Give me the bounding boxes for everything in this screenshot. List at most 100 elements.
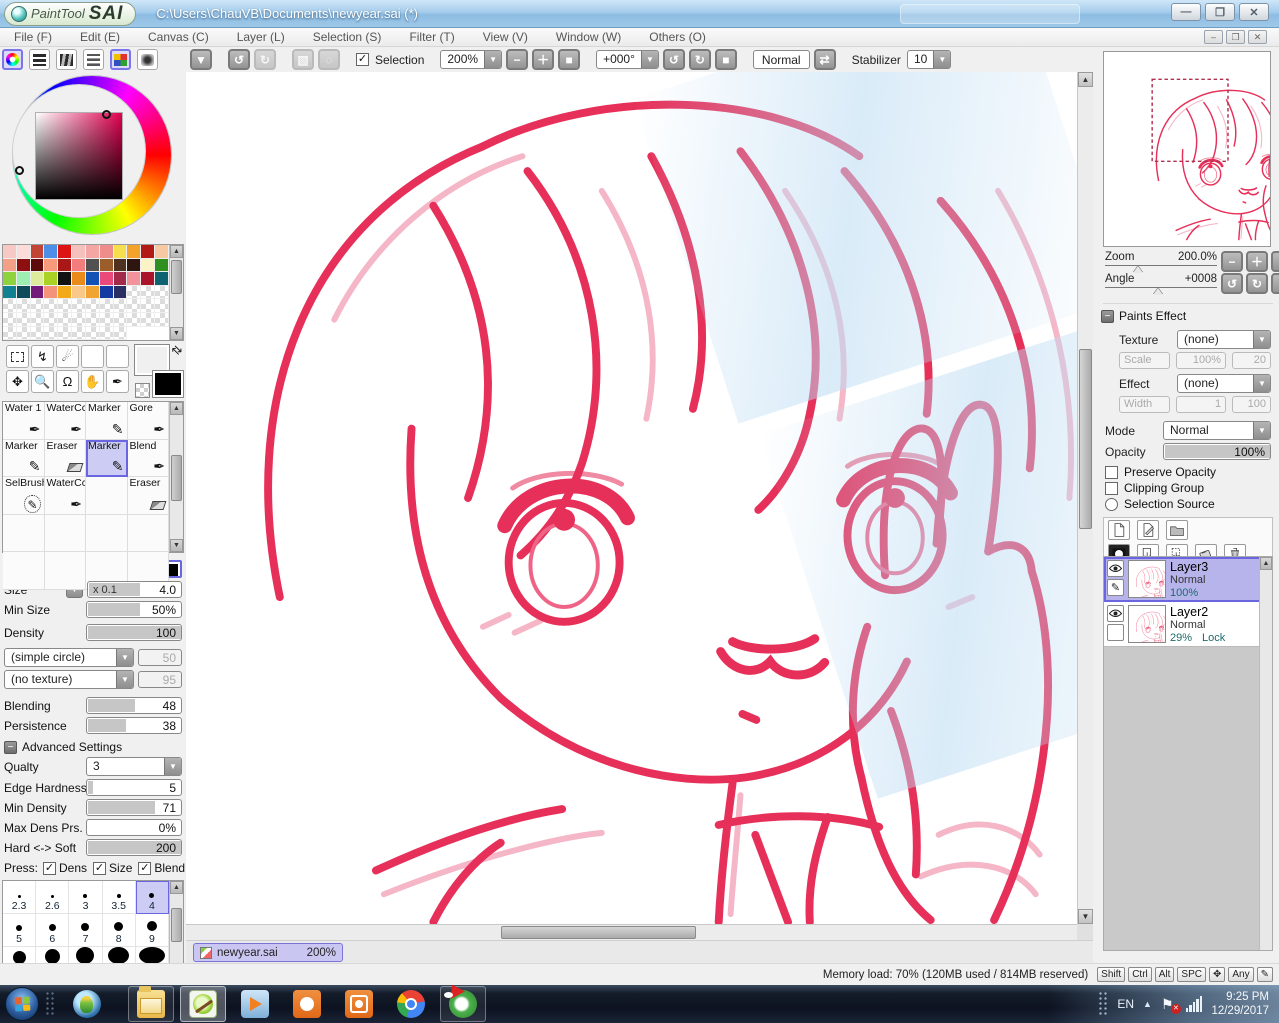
- scroll-up-icon[interactable]: ▲: [1260, 557, 1272, 570]
- advanced-param-slider[interactable]: 71: [86, 799, 182, 816]
- color-swatch[interactable]: [17, 272, 31, 286]
- color-swatch[interactable]: [3, 259, 17, 273]
- taskbar-file-explorer[interactable]: [128, 986, 174, 1022]
- layer-row[interactable]: Layer3 Normal 100%: [1104, 557, 1272, 602]
- lasso-tool[interactable]: ↯: [31, 345, 54, 368]
- color-swatch[interactable]: [86, 259, 100, 273]
- color-swatch[interactable]: [114, 327, 128, 341]
- magic-wand-tool[interactable]: ☄: [56, 345, 79, 368]
- color-swatch[interactable]: [127, 313, 141, 327]
- h-scroll-thumb[interactable]: [501, 926, 696, 939]
- color-swatch[interactable]: [127, 272, 141, 286]
- tool-item[interactable]: Marker: [3, 440, 45, 478]
- density-slider[interactable]: 100: [86, 624, 182, 641]
- chevron-down-icon[interactable]: ▼: [933, 51, 950, 68]
- brush-size-item[interactable]: 5: [3, 914, 36, 947]
- chevron-down-icon[interactable]: ▼: [484, 51, 501, 68]
- scroll-up-icon[interactable]: ▲: [1078, 72, 1093, 87]
- doc-minimize-button[interactable]: –: [1204, 30, 1223, 44]
- color-swatch[interactable]: [31, 313, 45, 327]
- color-swatch[interactable]: [72, 327, 86, 341]
- color-swatch[interactable]: [86, 272, 100, 286]
- chevron-down-icon[interactable]: ▼: [1253, 375, 1270, 392]
- size-slider[interactable]: x 0.1 4.0: [87, 581, 182, 598]
- color-swatch[interactable]: [100, 286, 114, 300]
- language-indicator[interactable]: EN: [1117, 997, 1134, 1011]
- close-button[interactable]: ✕: [1239, 3, 1269, 21]
- drawing-canvas[interactable]: [186, 72, 1077, 924]
- new-folder-button[interactable]: [1166, 520, 1188, 540]
- color-swatch[interactable]: [100, 313, 114, 327]
- color-swatch[interactable]: [155, 272, 169, 286]
- color-swatch[interactable]: [17, 259, 31, 273]
- tool-item[interactable]: [45, 552, 87, 590]
- zoom-in-button[interactable]: ＋: [532, 49, 554, 70]
- advanced-param-slider[interactable]: 0%: [86, 819, 182, 836]
- color-swatch[interactable]: [141, 313, 155, 327]
- view-normal-button[interactable]: Normal: [753, 50, 810, 69]
- brush-size-item[interactable]: 3.5: [103, 881, 136, 914]
- tools-scrollbar[interactable]: ▲ ▼: [169, 402, 183, 552]
- swatches-panel-button[interactable]: [110, 49, 131, 70]
- selection-source-radio[interactable]: [1105, 498, 1118, 511]
- texture-strength-slider[interactable]: 95: [138, 671, 182, 688]
- color-swatch[interactable]: [86, 245, 100, 259]
- min-size-slider[interactable]: 50%: [86, 601, 182, 618]
- brush-size-item[interactable]: 2.6: [36, 881, 69, 914]
- chevron-down-icon[interactable]: ▼: [1253, 331, 1270, 348]
- layer-opacity-slider[interactable]: 100%: [1163, 443, 1271, 460]
- scroll-down-icon[interactable]: ▼: [170, 327, 183, 340]
- color-swatch[interactable]: [127, 245, 141, 259]
- tool-item[interactable]: Water 1: [3, 402, 45, 440]
- new-linework-layer-button[interactable]: [1137, 520, 1159, 540]
- action-center-flag-icon[interactable]: [1161, 996, 1177, 1012]
- color-swatch[interactable]: [100, 259, 114, 273]
- tool-item[interactable]: [128, 515, 170, 553]
- color-swatch[interactable]: [127, 286, 141, 300]
- tool-item[interactable]: WaterCc: [45, 402, 87, 440]
- chevron-down-icon[interactable]: ▼: [116, 649, 133, 666]
- color-swatch[interactable]: [155, 245, 169, 259]
- color-swatch[interactable]: [155, 286, 169, 300]
- color-swatch[interactable]: [58, 245, 72, 259]
- color-swatch[interactable]: [141, 259, 155, 273]
- color-swatch[interactable]: [3, 313, 17, 327]
- color-swatch[interactable]: [58, 272, 72, 286]
- color-swatch[interactable]: [3, 327, 17, 341]
- color-wheel-panel-button[interactable]: [2, 49, 23, 70]
- menu-item[interactable]: Layer (L): [223, 30, 299, 44]
- brush-size-item[interactable]: 7: [69, 914, 102, 947]
- deselect-button[interactable]: ▧: [292, 49, 314, 70]
- rotate-ccw-button[interactable]: ↺: [663, 49, 685, 70]
- nav-rotate-cw-button[interactable]: ↻: [1246, 273, 1268, 294]
- color-swatch[interactable]: [72, 259, 86, 273]
- collapse-icon[interactable]: −: [4, 741, 17, 754]
- hand-tool[interactable]: ✋: [81, 370, 104, 393]
- empty-tool-slot[interactable]: [81, 345, 104, 368]
- nav-zoom-in-button[interactable]: ＋: [1246, 251, 1268, 272]
- swap-colors-icon[interactable]: ⇄: [169, 341, 186, 358]
- layer-visibility-toggle[interactable]: [1107, 605, 1124, 622]
- tool-item[interactable]: Blend: [128, 440, 170, 478]
- menu-item[interactable]: Selection (S): [299, 30, 396, 44]
- color-swatch[interactable]: [127, 299, 141, 313]
- color-swatch[interactable]: [58, 327, 72, 341]
- color-swatch[interactable]: [17, 245, 31, 259]
- color-swatch[interactable]: [127, 259, 141, 273]
- scroll-down-icon[interactable]: ▼: [1078, 909, 1093, 924]
- persistence-slider[interactable]: 38: [86, 717, 182, 734]
- menu-item[interactable]: View (V): [469, 30, 542, 44]
- invert-selection-button[interactable]: ◌: [318, 49, 340, 70]
- sv-marker[interactable]: [102, 110, 111, 119]
- color-swatch[interactable]: [31, 272, 45, 286]
- scratchpad-panel-button[interactable]: [137, 49, 158, 70]
- color-swatch[interactable]: [72, 313, 86, 327]
- selection-checkbox[interactable]: ✓: [356, 53, 369, 66]
- color-swatch[interactable]: [86, 327, 100, 341]
- nav-rotate-reset-button[interactable]: ■: [1271, 273, 1279, 294]
- zoom-out-button[interactable]: −: [506, 49, 528, 70]
- color-swatch[interactable]: [44, 286, 58, 300]
- tool-item[interactable]: [86, 477, 128, 515]
- doc-restore-button[interactable]: ❐: [1226, 30, 1245, 44]
- color-swatch[interactable]: [155, 299, 169, 313]
